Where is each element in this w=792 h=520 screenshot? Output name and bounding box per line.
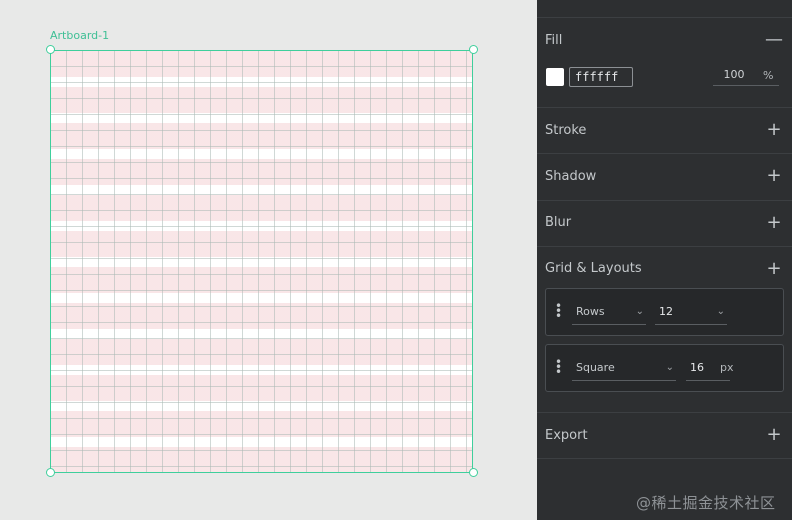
grid-type-value: Rows — [576, 305, 605, 318]
resize-handle-bottom-right[interactable] — [469, 468, 478, 477]
shadow-add-button[interactable]: + — [763, 165, 785, 187]
stroke-section-label: Stroke — [545, 123, 587, 138]
divider — [537, 17, 792, 18]
fill-opacity-unit: % — [763, 69, 774, 82]
grid-count-select[interactable]: 12 ⌄ — [655, 303, 727, 325]
shadow-section-label: Shadow — [545, 169, 597, 184]
watermark: @稀土掘金技术社区 — [636, 494, 776, 512]
blur-section-label: Blur — [545, 215, 572, 230]
chevron-down-icon: ⌄ — [716, 306, 725, 317]
fill-section-label: Fill — [545, 33, 563, 48]
stroke-add-button[interactable]: + — [763, 119, 785, 141]
divider — [537, 458, 792, 459]
export-add-button[interactable]: + — [763, 424, 785, 446]
fill-collapse-button[interactable]: — — [763, 29, 785, 51]
drag-handle-icon[interactable]: • • • — [555, 356, 562, 378]
grid-type-select[interactable]: Square ⌄ — [572, 359, 676, 381]
fill-hex-input[interactable]: ffffff — [569, 67, 633, 87]
divider — [537, 107, 792, 108]
resize-handle-top-left[interactable] — [46, 45, 55, 54]
grid-size-value: 16 — [690, 361, 704, 374]
resize-handle-top-right[interactable] — [469, 45, 478, 54]
divider — [537, 200, 792, 201]
divider — [537, 153, 792, 154]
fill-opacity-input[interactable]: 100 — [713, 68, 755, 81]
drag-handle-icon[interactable]: • • • — [555, 300, 562, 322]
grid-type-select[interactable]: Rows ⌄ — [572, 303, 646, 325]
chevron-down-icon: ⌄ — [665, 362, 674, 373]
blur-add-button[interactable]: + — [763, 212, 785, 234]
grid-size-unit: px — [720, 361, 734, 374]
grid-count-value: 12 — [659, 305, 673, 318]
grid-layouts-section-label: Grid & Layouts — [545, 261, 642, 276]
inspector-panel: Fill — ffffff 100 % Stroke + Shadow + Bl… — [537, 0, 792, 520]
export-section-label: Export — [545, 428, 588, 443]
grid-layouts-add-button[interactable]: + — [763, 258, 785, 280]
grid-layout-item: • • • Rows ⌄ 12 ⌄ — [545, 288, 784, 336]
artboard[interactable] — [50, 50, 473, 473]
grid-layout-item: • • • Square ⌄ 16 px — [545, 344, 784, 392]
grid-type-value: Square — [576, 361, 615, 374]
divider — [537, 246, 792, 247]
opacity-underline — [713, 85, 779, 86]
divider — [537, 412, 792, 413]
fill-color-swatch[interactable] — [546, 68, 564, 86]
chevron-down-icon: ⌄ — [635, 306, 644, 317]
resize-handle-bottom-left[interactable] — [46, 468, 55, 477]
artboard-title[interactable]: Artboard-1 — [50, 29, 109, 42]
canvas[interactable]: Artboard-1 — [0, 0, 537, 520]
